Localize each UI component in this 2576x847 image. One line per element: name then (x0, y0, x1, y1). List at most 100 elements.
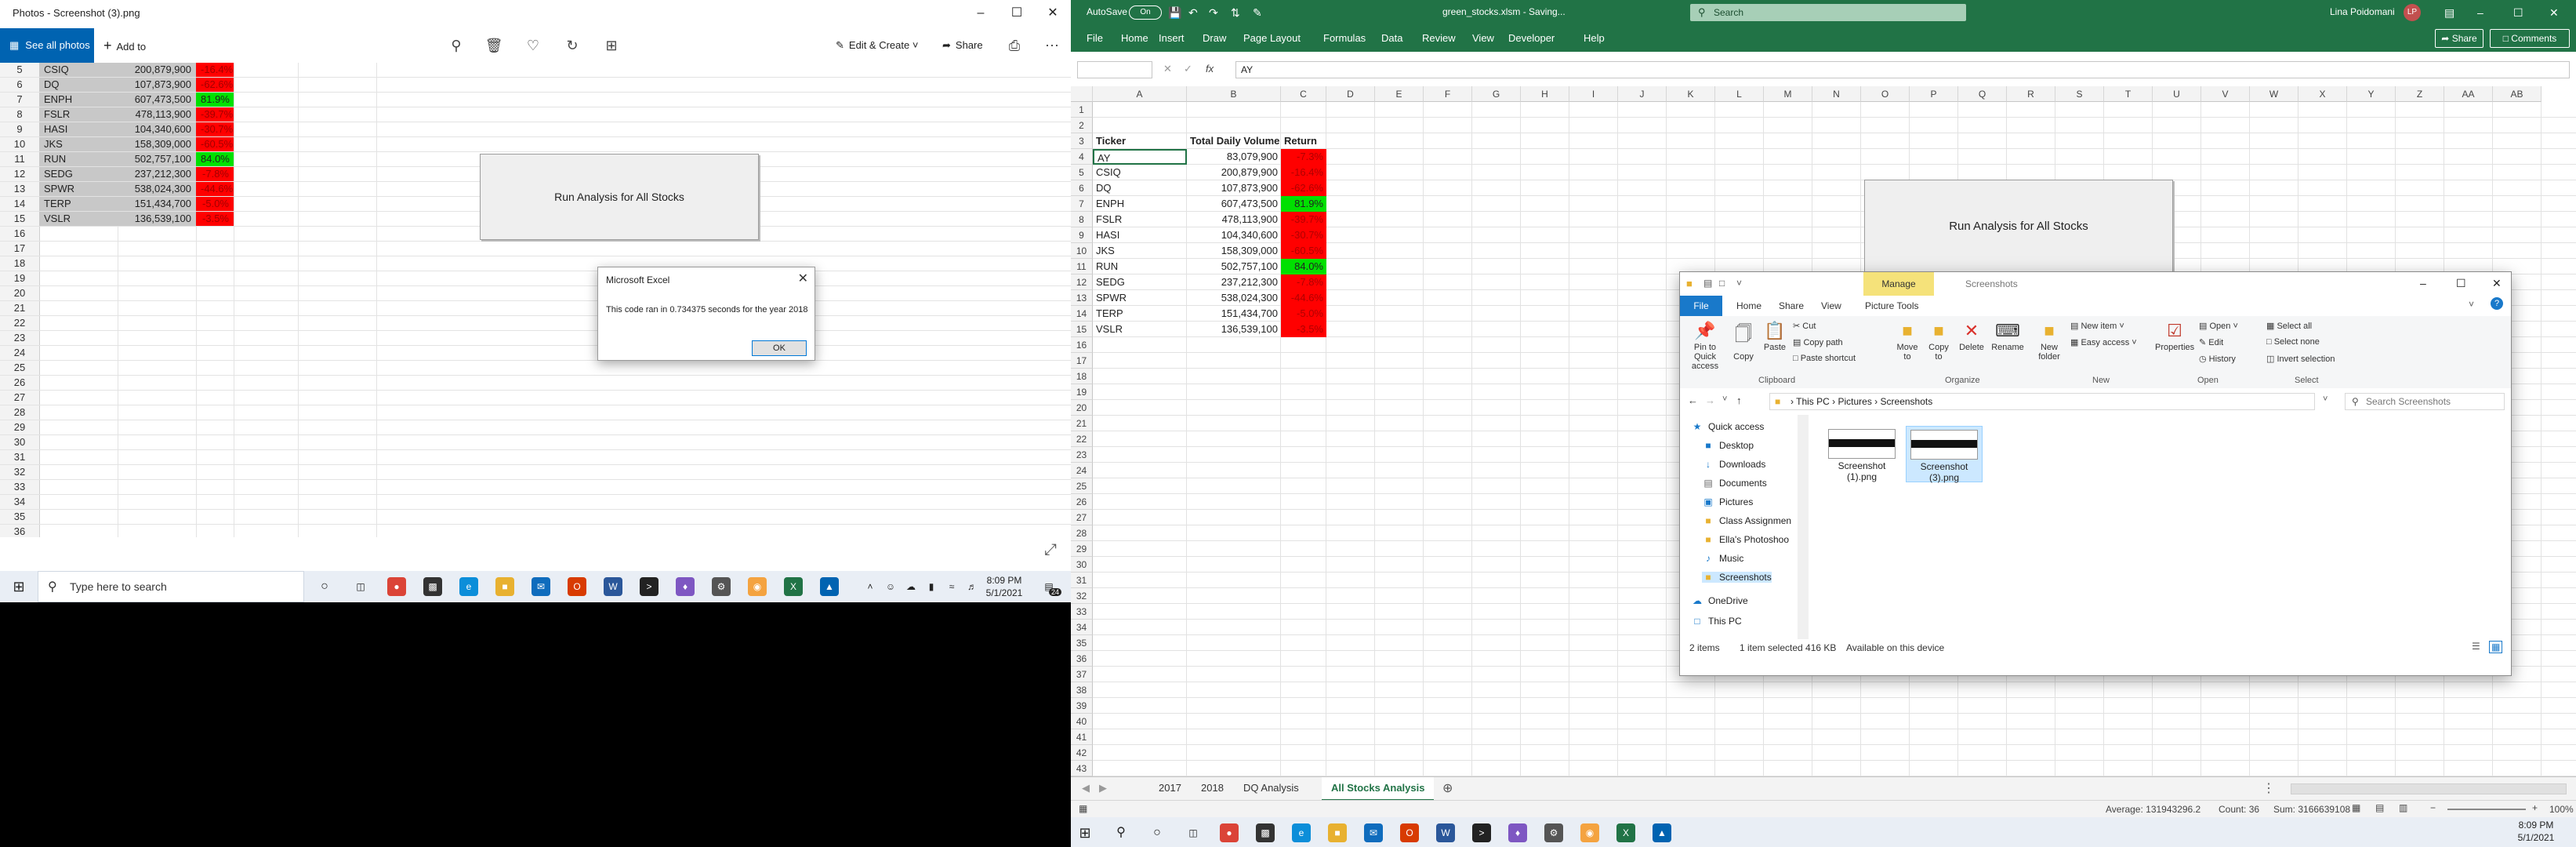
cell-ticker[interactable]: JKS (1093, 243, 1187, 259)
column-header[interactable]: K (1667, 86, 1715, 102)
photos-icon[interactable]: ▲ (820, 577, 839, 596)
manage-tab[interactable]: Manage (1863, 272, 1934, 296)
ok-button[interactable]: OK (752, 340, 807, 356)
taskbar-clock[interactable]: 8:09 PM 5/1/2021 (2509, 819, 2563, 844)
row-header[interactable]: 41 (1071, 729, 1093, 745)
settings-icon[interactable]: ⚙ (1544, 823, 1563, 842)
row-header[interactable]: 33 (1071, 604, 1093, 620)
row-header[interactable]: 39 (1071, 698, 1093, 714)
file-item[interactable]: Screenshot (3).png (1906, 426, 1983, 483)
column-header[interactable]: Q (1958, 86, 2007, 102)
mail-icon[interactable]: ✉ (532, 577, 550, 596)
cell-ticker[interactable]: VSLR (1093, 322, 1187, 337)
normal-view-icon[interactable]: ▦ (2352, 802, 2360, 813)
column-header[interactable]: G (1472, 86, 1521, 102)
ribbon-tab-help[interactable]: Help (1584, 32, 1605, 44)
app-icon[interactable]: ♦ (676, 577, 695, 596)
cell-ticker[interactable]: FSLR (1093, 212, 1187, 227)
new-folder-button[interactable]: ■ New folder (2033, 321, 2066, 362)
row-header[interactable]: 21 (1071, 416, 1093, 431)
zoom-out-icon[interactable]: − (2430, 802, 2436, 813)
edge-icon[interactable]: e (1292, 823, 1311, 842)
ribbon-tab-file[interactable]: File (1087, 32, 1103, 44)
tab-home[interactable]: Home (1736, 300, 1761, 311)
page-layout-icon[interactable]: ▤ (2375, 802, 2384, 813)
task-view-icon[interactable]: ◫ (1184, 823, 1203, 842)
header-ticker[interactable]: Ticker (1093, 133, 1187, 149)
row-header[interactable]: 19 (1071, 384, 1093, 400)
row-header[interactable]: 3 (1071, 133, 1093, 149)
formula-input[interactable]: AY (1235, 61, 2570, 78)
row-header[interactable]: 17 (1071, 353, 1093, 369)
cell-volume[interactable]: 607,473,500 (1187, 196, 1281, 212)
cell-return[interactable]: 84.0% (1281, 259, 1326, 274)
column-header[interactable]: E (1375, 86, 1424, 102)
column-header[interactable]: AB (2493, 86, 2542, 102)
delete-icon[interactable]: 🗑 (481, 28, 506, 63)
column-header[interactable]: O (1861, 86, 1910, 102)
word-icon[interactable]: W (604, 577, 622, 596)
column-header[interactable]: L (1715, 86, 1764, 102)
people-icon[interactable]: ☺ (881, 577, 900, 596)
tab-share[interactable]: Share (1779, 300, 1804, 311)
autosave-toggle[interactable]: On (1129, 5, 1162, 20)
column-header[interactable]: Y (2347, 86, 2396, 102)
cell-ticker[interactable]: HASI (1093, 227, 1187, 243)
avatar[interactable]: LP (2404, 4, 2421, 21)
photos-icon[interactable]: ▲ (1653, 823, 1671, 842)
snip-icon[interactable]: ◉ (1580, 823, 1599, 842)
minimize-button[interactable]: – (963, 0, 999, 27)
column-header[interactable]: N (1812, 86, 1861, 102)
terminal-icon[interactable]: > (1472, 823, 1491, 842)
cell-return[interactable]: -39.7% (1281, 212, 1326, 227)
nav-item-pictures[interactable]: ▣ Pictures (1702, 496, 1753, 507)
ribbon-tab-view[interactable]: View (1472, 32, 1494, 44)
nav-item-onedrive[interactable]: ☁ OneDrive (1691, 595, 1748, 606)
edge-icon[interactable]: e (459, 577, 478, 596)
row-header[interactable]: 7 (1071, 196, 1093, 212)
chevron-up-icon[interactable]: ˄ (861, 577, 880, 596)
rotate-icon[interactable]: ↻ (560, 28, 585, 63)
cell-ticker[interactable]: CSIQ (1093, 165, 1187, 180)
nav-item-desktop[interactable]: ■ Desktop (1702, 440, 1754, 451)
new-folder-icon[interactable]: □ (1719, 278, 1725, 289)
up-icon[interactable]: ↑ (1736, 394, 1742, 406)
close-button[interactable]: ✕ (1035, 0, 1071, 27)
row-header[interactable]: 22 (1071, 431, 1093, 447)
folder-icon[interactable]: ■ (495, 577, 514, 596)
row-header[interactable]: 2 (1071, 118, 1093, 133)
row-header[interactable]: 35 (1071, 635, 1093, 651)
zoom-level[interactable]: 100% (2549, 804, 2574, 815)
format-icon[interactable]: ✎ (1253, 6, 1262, 20)
column-header[interactable]: Z (2396, 86, 2444, 102)
sheet-tab-2018[interactable]: 2018 (1192, 777, 1233, 799)
cell-volume[interactable]: 136,539,100 (1187, 322, 1281, 337)
column-header[interactable]: V (2201, 86, 2250, 102)
windows-start-icon[interactable]: ⊞ (9, 577, 28, 596)
file-tab[interactable]: File (1680, 296, 1722, 316)
prev-sheet-icon[interactable]: ◀ (1082, 782, 1090, 794)
header-volume[interactable]: Total Daily Volume (1187, 133, 1281, 149)
maximize-button[interactable]: ☐ (999, 0, 1035, 27)
add-to-button[interactable]: + Add to (103, 28, 146, 63)
office-icon[interactable]: O (568, 577, 586, 596)
close-button[interactable]: ✕ (2549, 6, 2559, 20)
paste-button[interactable]: 📋 Paste (1761, 321, 1788, 352)
enter-icon[interactable]: ✓ (1184, 63, 1192, 75)
office-icon[interactable]: O (1400, 823, 1419, 842)
excel-icon[interactable]: X (1616, 823, 1635, 842)
column-header[interactable]: D (1326, 86, 1375, 102)
row-header[interactable]: 36 (1071, 651, 1093, 667)
cell-volume[interactable]: 502,757,100 (1187, 259, 1281, 274)
row-header[interactable]: 1 (1071, 102, 1093, 118)
chevron-down-icon[interactable]: ˅ (1722, 394, 1727, 404)
snip-icon[interactable]: ◉ (748, 577, 767, 596)
cortana-icon[interactable]: ○ (315, 577, 334, 596)
delete-button[interactable]: ✕ Delete (1956, 321, 1987, 352)
zoom-icon[interactable]: ⚲ (444, 28, 469, 63)
row-header[interactable]: 9 (1071, 227, 1093, 243)
minimize-button[interactable]: – (2477, 6, 2483, 19)
ribbon-tab-home[interactable]: Home (1121, 32, 1148, 44)
invert-selection-button[interactable]: ◫ Invert selection (2266, 354, 2335, 364)
terminal-icon[interactable]: > (640, 577, 659, 596)
